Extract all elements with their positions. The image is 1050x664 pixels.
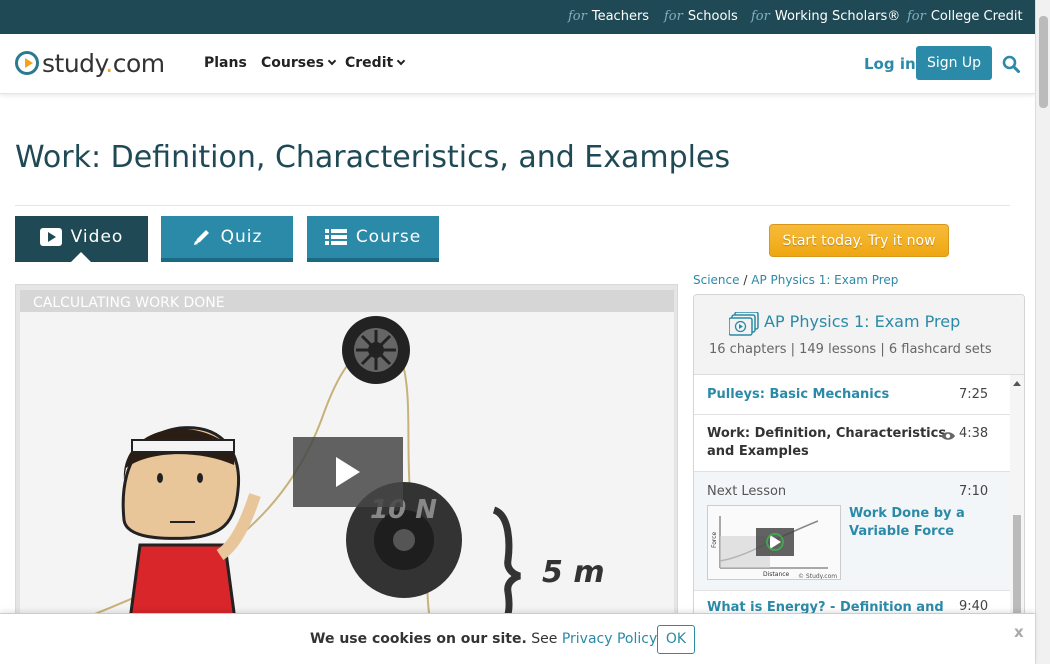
tab-label: Video [70, 227, 124, 247]
next-lesson-label: Next Lesson [707, 484, 787, 499]
divider [15, 205, 1010, 206]
scrollbar-thumb[interactable] [1013, 515, 1021, 615]
breadcrumb-course[interactable]: AP Physics 1: Exam Prep [751, 273, 898, 287]
breadcrumb: Science / AP Physics 1: Exam Prep [693, 273, 898, 287]
link-label: College Credit [930, 9, 1023, 24]
start-trial-button[interactable]: Start today. Try it now [769, 224, 949, 257]
lesson-title: Work: Definition, Characteristics, and Ex… [707, 426, 952, 459]
play-button[interactable] [293, 437, 403, 507]
lesson-duration: 7:10 [959, 484, 989, 499]
page-title: Work: Definition, Characteristics, and E… [15, 140, 731, 175]
video-icon [39, 228, 62, 246]
course-stack-icon [729, 312, 759, 336]
course-title-link[interactable]: AP Physics 1: Exam Prep [764, 312, 960, 331]
cookie-see-text: See [531, 631, 558, 647]
next-lesson-title[interactable]: Work Done by a Variable Force [849, 505, 965, 541]
tab-label: Course [355, 227, 422, 247]
nav-label: Courses [261, 55, 324, 71]
close-icon[interactable]: x [1014, 623, 1024, 641]
lesson-title: Pulleys: Basic Mechanics [707, 387, 890, 402]
for-working-scholars-link[interactable]: for Working Scholars® [751, 9, 900, 24]
for-word: for [907, 9, 926, 24]
svg-text:Force: Force [711, 531, 718, 548]
tab-course[interactable]: Course [307, 216, 439, 262]
course-header: AP Physics 1: Exam Prep 16 chapters | 14… [694, 295, 1024, 375]
chevron-down-icon [327, 56, 337, 66]
tab-quiz[interactable]: Quiz [161, 216, 293, 262]
breadcrumb-science[interactable]: Science [693, 273, 740, 287]
page-scrollbar[interactable] [1035, 0, 1050, 664]
logo-text: study.com [42, 48, 165, 78]
active-tab-pointer [71, 252, 91, 262]
for-word: for [664, 9, 683, 24]
course-stats: 16 chapters | 149 lessons | 6 flashcard … [709, 342, 992, 357]
cookie-message: We use cookies on our site. See Privacy … [310, 631, 657, 647]
play-icon [336, 457, 360, 487]
for-college-credit-link[interactable]: for College Credit [907, 9, 1023, 24]
for-schools-link[interactable]: for Schools [664, 9, 738, 24]
search-icon[interactable] [1002, 55, 1020, 73]
next-lesson-thumbnail[interactable]: Force Distance © Study.com [707, 505, 841, 580]
cookie-banner: We use cookies on our site. See Privacy … [0, 613, 1035, 664]
thumbnail-graph: Force Distance © Study.com [708, 506, 840, 580]
distance-label: 5 m [542, 555, 605, 590]
scroll-up-icon[interactable] [1013, 381, 1021, 386]
lesson-item-current[interactable]: Work: Definition, Characteristics, and Ex… [694, 415, 1010, 472]
study-logo[interactable]: study.com [15, 48, 165, 78]
nav-label: Plans [204, 55, 247, 71]
cookie-ok-button[interactable]: OK [657, 625, 695, 654]
for-word: for [568, 9, 587, 24]
svg-text:Distance: Distance [763, 571, 790, 578]
lesson-duration: 7:25 [959, 387, 989, 402]
svg-text:© Study.com: © Study.com [798, 573, 837, 580]
nav-credit[interactable]: Credit [345, 55, 406, 71]
lesson-item[interactable]: Pulleys: Basic Mechanics 7:25 [694, 375, 1010, 415]
lesson-duration: 9:40 [959, 599, 989, 614]
course-panel: AP Physics 1: Exam Prep 16 chapters | 14… [693, 294, 1025, 634]
tab-label: Quiz [220, 227, 263, 247]
main-header: study.com Plans Courses Credit Log in Si… [0, 34, 1035, 94]
nav-courses[interactable]: Courses [261, 55, 337, 71]
link-label: Schools [687, 9, 738, 24]
logo-play-icon [15, 51, 39, 75]
breadcrumb-separator: / [743, 273, 748, 287]
privacy-policy-link[interactable]: Privacy Policy [562, 631, 657, 647]
nav-plans[interactable]: Plans [204, 55, 247, 71]
slide-title: CALCULATING WORK DONE [33, 295, 225, 311]
lesson-duration: 4:38 [959, 426, 989, 441]
scrollbar-thumb[interactable] [1039, 16, 1048, 108]
for-teachers-link[interactable]: for Teachers [568, 9, 649, 24]
list-icon [324, 229, 347, 245]
link-label: Teachers [591, 9, 650, 24]
link-label: Working Scholars® [774, 9, 901, 24]
video-player[interactable]: CALCULATING WORK DONE 10 N 5 m [15, 284, 678, 624]
pencil-icon [193, 230, 209, 245]
cookie-bold-text: We use cookies on our site. [310, 631, 527, 647]
next-lesson-item[interactable]: Next Lesson 7:10 Force Distance © Study.… [694, 472, 1010, 591]
nav-label: Credit [345, 55, 394, 71]
chevron-down-icon [396, 56, 406, 66]
login-link[interactable]: Log in [864, 55, 916, 73]
audience-bar: for Teachers for Schools for Working Schola… [0, 0, 1035, 34]
eye-icon [941, 432, 955, 440]
for-word: for [751, 9, 770, 24]
signup-button[interactable]: Sign Up [916, 46, 992, 80]
lesson-list-scrollbar[interactable] [1010, 375, 1024, 633]
